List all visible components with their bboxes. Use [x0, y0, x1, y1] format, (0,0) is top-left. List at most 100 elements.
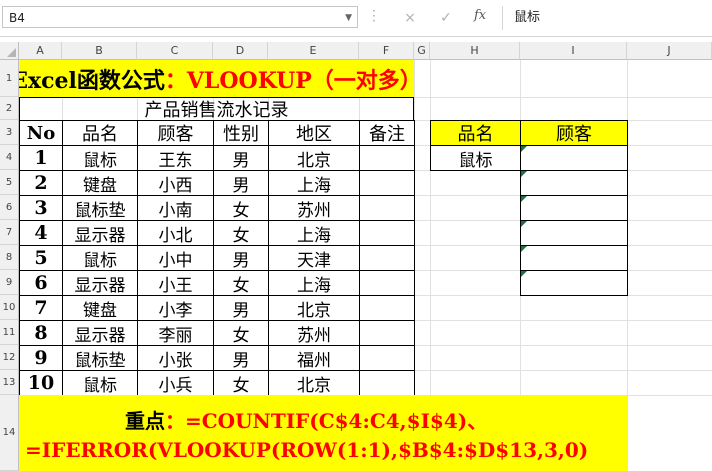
table-cell[interactable]: 1 — [19, 145, 63, 171]
row-header-6[interactable]: 6 — [0, 195, 19, 220]
table-cell[interactable]: 4 — [19, 220, 63, 246]
row-header-9[interactable]: 9 — [0, 270, 19, 295]
table-header-1[interactable]: No — [19, 120, 63, 146]
row-header-7[interactable]: 7 — [0, 220, 19, 245]
row-header-12[interactable]: 12 — [0, 345, 19, 370]
table-cell[interactable] — [359, 270, 415, 296]
column-header-b[interactable]: B — [62, 42, 137, 60]
table-caption[interactable]: 产品销售流水记录 — [19, 97, 414, 121]
table-cell[interactable]: 8 — [19, 320, 63, 346]
spreadsheet-grid[interactable]: A B C D E F G H I J 1 2 3 4 5 6 7 8 9 10 11 12 13 14 Excel函数公式 ：V… — [0, 36, 712, 471]
table-cell[interactable] — [359, 345, 415, 371]
table-cell[interactable]: 女 — [213, 320, 269, 346]
row-header-3[interactable]: 3 — [0, 120, 19, 145]
table-cell[interactable] — [359, 370, 415, 396]
lookup-result-cell[interactable] — [520, 195, 628, 221]
row-header-4[interactable]: 4 — [0, 145, 19, 170]
formula-input[interactable]: 鼠标 — [514, 6, 540, 30]
row-header-11[interactable]: 11 — [0, 320, 19, 345]
table-cell[interactable]: 小南 — [137, 195, 214, 221]
sheet-title[interactable]: Excel函数公式 ：VLOOKUP（一对多） — [19, 60, 414, 97]
table-cell[interactable]: 显示器 — [62, 320, 138, 346]
table-header-6[interactable]: 备注 — [359, 120, 415, 146]
table-cell[interactable]: 鼠标垫 — [62, 195, 138, 221]
row-header-13[interactable]: 13 — [0, 370, 19, 395]
drag-handle-icon[interactable]: · · · — [372, 5, 376, 27]
column-header-c[interactable]: C — [137, 42, 213, 60]
chevron-down-icon[interactable]: ▼ — [345, 7, 352, 29]
lookup-result-cell[interactable] — [520, 220, 628, 246]
table-cell[interactable]: 北京 — [268, 370, 360, 396]
table-cell[interactable]: 鼠标垫 — [62, 345, 138, 371]
lookup-header-2[interactable]: 顾客 — [520, 120, 628, 146]
table-cell[interactable]: 女 — [213, 270, 269, 296]
table-cell[interactable]: 男 — [213, 295, 269, 321]
name-box[interactable]: B4 ▼ — [2, 6, 358, 28]
lookup-product-cell[interactable]: 鼠标 — [430, 145, 521, 171]
table-cell[interactable]: 女 — [213, 370, 269, 396]
table-header-3[interactable]: 顾客 — [137, 120, 214, 146]
row-header-5[interactable]: 5 — [0, 170, 19, 195]
table-cell[interactable]: 北京 — [268, 295, 360, 321]
table-cell[interactable]: 上海 — [268, 170, 360, 196]
table-cell[interactable]: 3 — [19, 195, 63, 221]
table-header-2[interactable]: 品名 — [62, 120, 138, 146]
table-cell[interactable]: 10 — [19, 370, 63, 396]
table-header-4[interactable]: 性别 — [213, 120, 269, 146]
table-cell[interactable]: 显示器 — [62, 220, 138, 246]
table-cell[interactable]: 男 — [213, 145, 269, 171]
row-header-14[interactable]: 14 — [0, 395, 19, 471]
lookup-result-cell[interactable] — [520, 170, 628, 196]
lookup-header-1[interactable]: 品名 — [430, 120, 521, 146]
column-header-j[interactable]: J — [627, 42, 712, 60]
select-all-button[interactable] — [0, 42, 19, 60]
table-cell[interactable]: 小张 — [137, 345, 214, 371]
table-cell[interactable]: 苏州 — [268, 320, 360, 346]
column-header-e[interactable]: E — [268, 42, 359, 60]
table-cell[interactable]: 天津 — [268, 245, 360, 271]
table-cell[interactable]: 小西 — [137, 170, 214, 196]
insert-function-button[interactable]: fx — [474, 8, 486, 23]
table-cell[interactable] — [359, 170, 415, 196]
table-cell[interactable]: 7 — [19, 295, 63, 321]
table-cell[interactable]: 男 — [213, 245, 269, 271]
table-header-5[interactable]: 地区 — [268, 120, 360, 146]
enter-icon[interactable]: ✓ — [436, 8, 456, 28]
table-cell[interactable]: 苏州 — [268, 195, 360, 221]
lookup-result-cell[interactable] — [520, 145, 628, 171]
column-header-i[interactable]: I — [520, 42, 627, 60]
table-cell[interactable]: 小北 — [137, 220, 214, 246]
table-cell[interactable]: 李丽 — [137, 320, 214, 346]
table-cell[interactable]: 小中 — [137, 245, 214, 271]
table-cell[interactable] — [359, 295, 415, 321]
cancel-icon[interactable]: × — [400, 8, 420, 28]
row-header-10[interactable]: 10 — [0, 295, 19, 320]
column-header-g[interactable]: G — [414, 42, 430, 60]
table-cell[interactable] — [359, 320, 415, 346]
table-cell[interactable]: 键盘 — [62, 170, 138, 196]
table-cell[interactable]: 上海 — [268, 220, 360, 246]
table-cell[interactable]: 小兵 — [137, 370, 214, 396]
table-cell[interactable]: 男 — [213, 345, 269, 371]
table-cell[interactable] — [359, 145, 415, 171]
table-cell[interactable]: 北京 — [268, 145, 360, 171]
row-header-8[interactable]: 8 — [0, 245, 19, 270]
table-cell[interactable]: 小王 — [137, 270, 214, 296]
row-header-1[interactable]: 1 — [0, 60, 19, 97]
table-cell[interactable] — [359, 220, 415, 246]
table-cell[interactable]: 5 — [19, 245, 63, 271]
column-header-a[interactable]: A — [19, 42, 62, 60]
lookup-result-cell[interactable] — [520, 245, 628, 271]
row-header-2[interactable]: 2 — [0, 97, 19, 120]
table-cell[interactable]: 女 — [213, 195, 269, 221]
table-cell[interactable]: 上海 — [268, 270, 360, 296]
table-cell[interactable]: 男 — [213, 170, 269, 196]
table-cell[interactable]: 显示器 — [62, 270, 138, 296]
table-cell[interactable]: 2 — [19, 170, 63, 196]
column-header-f[interactable]: F — [359, 42, 414, 60]
table-cell[interactable]: 键盘 — [62, 295, 138, 321]
table-cell[interactable] — [359, 195, 415, 221]
table-cell[interactable]: 福州 — [268, 345, 360, 371]
table-cell[interactable]: 女 — [213, 220, 269, 246]
column-header-d[interactable]: D — [213, 42, 268, 60]
